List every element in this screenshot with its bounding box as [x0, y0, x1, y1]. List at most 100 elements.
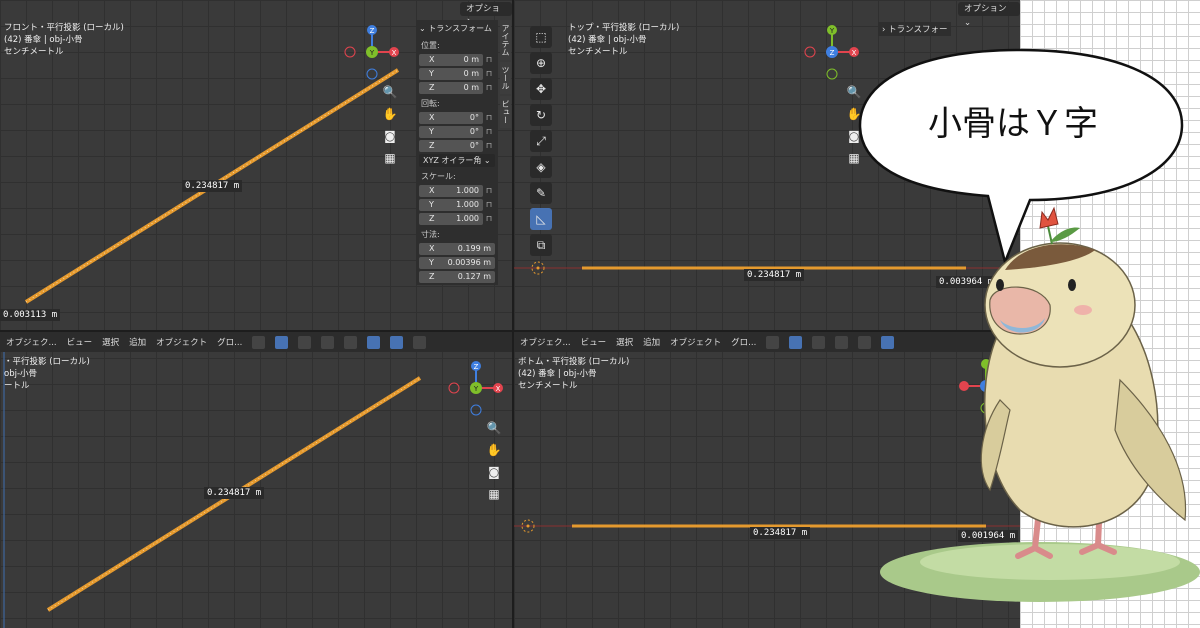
select-box-icon[interactable]: ⬚ [530, 26, 552, 48]
svg-text:Z: Z [474, 363, 479, 371]
add-cube-icon[interactable]: ⧉ [530, 234, 552, 256]
value: 0.127 m [457, 272, 491, 281]
dimension-y[interactable]: Y 0.00396 m [419, 256, 495, 269]
rotation-mode-select[interactable]: XYZ オイラー角 ⌄ [419, 154, 495, 167]
scale-y[interactable]: Y 1.000 [419, 198, 483, 211]
grid-icon[interactable]: ▦ [486, 486, 502, 502]
graph-paper-background [1020, 0, 1200, 628]
location-x[interactable]: X 0 m [419, 53, 483, 66]
hand-icon[interactable]: ✋ [486, 442, 502, 458]
value: 0° [469, 113, 479, 122]
dimension-short: 0.001964 m [958, 530, 1019, 542]
speech-bubble-text: 小骨はＹ字 [928, 104, 1098, 144]
svg-text:X: X [496, 385, 501, 393]
scale-icon[interactable]: ⤢ [530, 130, 552, 152]
value: 0 m [463, 83, 479, 92]
dimension-long: 0.234817 m [204, 487, 265, 499]
location-label: 位置: [421, 41, 440, 50]
viewport-bottom[interactable]: オブジェク... ビュー 選択 追加 オブジェクト グロ... ボトム・平行投影… [514, 332, 1020, 628]
value: 1.000 [456, 186, 479, 195]
axis: Y [429, 69, 434, 78]
rotation-y[interactable]: Y 0° [419, 125, 483, 138]
camera-icon[interactable]: ◙ [382, 128, 398, 144]
camera-icon[interactable]: ◙ [486, 464, 502, 480]
scale-label: スケール: [421, 172, 456, 181]
value: 1.000 [456, 214, 479, 223]
dimension-x[interactable]: X 0.199 m [419, 242, 495, 255]
value: 0 m [463, 69, 479, 78]
axis-gizmo[interactable]: Z X Y [446, 358, 506, 418]
cursor-icon[interactable]: ⊕ [530, 52, 552, 74]
axis: Z [429, 83, 435, 92]
rotation-x[interactable]: X 0° [419, 111, 483, 124]
rotation-z[interactable]: Z 0° [419, 139, 483, 152]
zoom-icon[interactable]: 🔍 [382, 84, 398, 100]
transform-icon[interactable]: ◈ [530, 156, 552, 178]
transform-panel: ⌄ トランスフォーム 位置: X 0 m ⊓ Y 0 m ⊓ Z 0 m ⊓ 回転: X 0°… [416, 20, 498, 285]
dimension-short: 0.003113 m [0, 309, 61, 321]
tab-item[interactable]: アイテム [500, 20, 511, 60]
value: 0 m [463, 55, 479, 64]
axis: X [429, 186, 435, 195]
zoom-icon[interactable]: 🔍 [486, 420, 502, 436]
axis: Z [429, 214, 435, 223]
axis: Z [429, 141, 435, 150]
rotation-label: 回転: [421, 99, 440, 108]
lock-icon[interactable]: ⊓ [483, 83, 495, 92]
dimension-long: 0.234817 m [182, 180, 243, 192]
value: 0.199 m [457, 244, 491, 253]
svg-text:X: X [392, 49, 397, 57]
bone-line-bottom [514, 519, 1020, 533]
dimension-long: 0.234817 m [744, 269, 805, 281]
rotation-mode-value: XYZ オイラー角 [423, 156, 482, 165]
lock-icon[interactable]: ⊓ [483, 141, 495, 150]
lock-icon[interactable]: ⊓ [483, 55, 495, 64]
svg-text:Z: Z [370, 27, 375, 35]
axis: X [429, 55, 435, 64]
scale-x[interactable]: X 1.000 [419, 184, 483, 197]
hand-icon[interactable]: ✋ [382, 106, 398, 122]
value: 0° [469, 141, 479, 150]
viewport-bottom-left[interactable]: オブジェク... ビュー 選択 追加 オブジェクト グロ... ・平行投影 (ロ… [0, 332, 512, 628]
grid-icon[interactable]: ▦ [382, 150, 398, 166]
dimension-long: 0.234817 m [750, 527, 811, 539]
axis: X [429, 244, 435, 253]
axis-gizmo[interactable]: Z X Y [342, 22, 402, 82]
scale-z[interactable]: Z 1.000 [419, 212, 483, 225]
value: 0.00396 m [447, 258, 491, 267]
lock-icon[interactable]: ⊓ [483, 69, 495, 78]
panel-title-text: トランスフォーム [428, 24, 492, 33]
viewport-front[interactable]: フロント・平行投影 (ローカル) (42) 番傘 | obj-小骨 センチメート… [0, 0, 512, 330]
location-y[interactable]: Y 0 m [419, 67, 483, 80]
lock-icon[interactable]: ⊓ [483, 127, 495, 136]
dimension-z[interactable]: Z 0.127 m [419, 270, 495, 283]
axis: Z [429, 272, 435, 281]
panel-title: ⌄ トランスフォーム [419, 24, 492, 33]
axis: Y [429, 200, 434, 209]
axis-gizmo[interactable] [956, 356, 1016, 416]
measure-icon[interactable]: ◺ [530, 208, 552, 230]
axis: Y [429, 258, 434, 267]
lock-icon[interactable]: ⊓ [483, 200, 495, 209]
dimensions-label: 寸法: [421, 230, 440, 239]
annotate-icon[interactable]: ✎ [530, 182, 552, 204]
nav-tools: 🔍 ✋ ◙ ▦ [486, 420, 502, 502]
tool-shelf: ⬚ ⊕ ✥ ↻ ⤢ ◈ ✎ ◺ ⧉ [530, 26, 552, 256]
lock-icon[interactable]: ⊓ [483, 214, 495, 223]
svg-text:Y: Y [369, 49, 375, 57]
axis: Y [429, 127, 434, 136]
value: 1.000 [456, 200, 479, 209]
move-icon[interactable]: ✥ [530, 78, 552, 100]
svg-text:Y: Y [473, 385, 479, 393]
viewport-top[interactable]: トップ・平行投影 (ローカル) (42) 番傘 | obj-小骨 センチメートル… [514, 0, 1020, 330]
tab-tool[interactable]: ツール [500, 62, 511, 94]
axis: X [429, 113, 435, 122]
location-z[interactable]: Z 0 m [419, 81, 483, 94]
lock-icon[interactable]: ⊓ [483, 113, 495, 122]
tab-view[interactable]: ビュー [500, 96, 511, 128]
rotate-icon[interactable]: ↻ [530, 104, 552, 126]
nav-tools: 🔍 ✋ ◙ ▦ [382, 84, 398, 166]
dimension-short: 0.003964 m [936, 276, 997, 288]
sidebar-tabs: アイテム ツール ビュー [500, 20, 511, 130]
lock-icon[interactable]: ⊓ [483, 186, 495, 195]
